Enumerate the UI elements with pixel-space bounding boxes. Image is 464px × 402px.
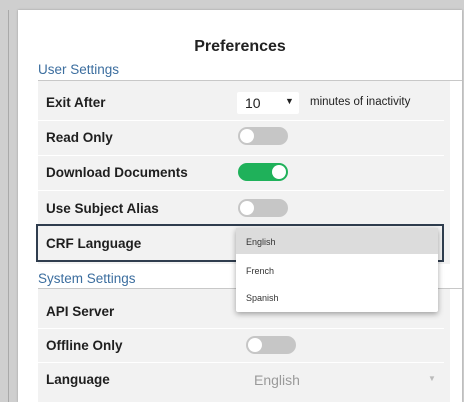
option-label: French xyxy=(246,266,275,276)
offline-only-label: Offline Only xyxy=(46,338,123,353)
exit-after-suffix: minutes of inactivity xyxy=(310,96,411,108)
row-divider xyxy=(38,120,444,121)
crf-language-label: CRF Language xyxy=(46,236,142,251)
toggle-knob xyxy=(240,129,254,143)
row-divider xyxy=(38,190,444,191)
language-label: Language xyxy=(46,372,110,387)
exit-after-select[interactable]: 10 ▼ xyxy=(237,92,299,114)
caret-down-icon[interactable]: ▼ xyxy=(428,374,436,383)
toggle-knob xyxy=(240,201,254,215)
dropdown-option-french[interactable]: French xyxy=(236,257,438,283)
offline-only-toggle[interactable] xyxy=(246,336,296,354)
toggle-knob xyxy=(248,338,262,352)
read-only-label: Read Only xyxy=(46,130,113,145)
option-label: Spanish xyxy=(246,293,279,303)
row-divider xyxy=(38,362,444,363)
download-documents-label: Download Documents xyxy=(46,165,188,180)
option-label: English xyxy=(246,237,276,247)
crf-language-dropdown: English French Spanish xyxy=(236,228,438,312)
exit-after-value: 10 xyxy=(245,95,261,111)
row-divider xyxy=(38,155,444,156)
language-select-value[interactable]: English xyxy=(254,372,300,388)
user-settings-heading: User Settings xyxy=(38,62,120,77)
toggle-knob xyxy=(272,165,286,179)
row-divider xyxy=(38,328,444,329)
read-only-toggle[interactable] xyxy=(238,127,288,145)
dropdown-option-english[interactable]: English xyxy=(236,228,438,254)
use-subject-alias-toggle[interactable] xyxy=(238,199,288,217)
use-subject-alias-label: Use Subject Alias xyxy=(46,201,159,216)
api-server-label: API Server xyxy=(46,304,115,319)
dropdown-option-spanish[interactable]: Spanish xyxy=(236,284,438,310)
download-documents-toggle[interactable] xyxy=(238,163,288,181)
system-settings-heading: System Settings xyxy=(38,271,136,286)
caret-down-icon: ▼ xyxy=(285,96,294,106)
exit-after-label: Exit After xyxy=(46,95,106,110)
dialog-title: Preferences xyxy=(194,38,286,55)
preferences-panel: Preferences User Settings Exit After 10 … xyxy=(0,0,464,402)
